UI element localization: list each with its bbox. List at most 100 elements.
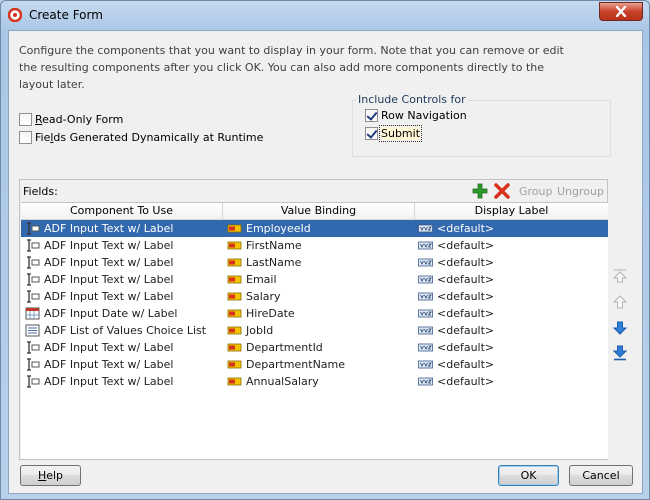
value-binding-cell[interactable]: LastName — [223, 254, 415, 271]
value-binding-cell[interactable]: JobId — [223, 322, 415, 339]
value-binding-cell[interactable]: HireDate — [223, 305, 415, 322]
read-only-form-option[interactable]: Read-Only Form — [19, 113, 123, 126]
value-binding-cell[interactable]: Salary — [223, 288, 415, 305]
display-label-cell[interactable]: <default> — [415, 305, 608, 322]
component-cell[interactable]: ADF Input Text w/ Label — [21, 237, 223, 254]
attribute-binding-icon — [227, 275, 242, 284]
fields-label: Fields: — [23, 185, 58, 198]
cancel-button[interactable]: Cancel — [569, 465, 633, 486]
table-row[interactable]: ADF Input Text w/ Label Email <default> — [21, 271, 608, 288]
table-row[interactable]: ADF Input Date w/ Label HireDate <default> — [21, 305, 608, 322]
read-only-form-checkbox[interactable] — [19, 113, 32, 126]
component-name: ADF Input Date w/ Label — [44, 307, 178, 320]
table-row[interactable]: ADF List of Values Choice List JobId <defa… — [21, 322, 608, 339]
component-name: ADF Input Text w/ Label — [44, 239, 174, 252]
component-cell[interactable]: ADF Input Text w/ Label — [21, 220, 223, 237]
close-button[interactable] — [599, 2, 643, 21]
fields-dynamic-option[interactable]: Fields Generated Dynamically at Runtime — [19, 131, 263, 144]
submit-checkbox[interactable] — [365, 127, 378, 140]
display-label-cell[interactable]: <default> — [415, 322, 608, 339]
window-title: Create Form — [29, 8, 103, 22]
display-label-cell[interactable]: <default> — [415, 339, 608, 356]
attribute-binding-icon — [227, 326, 242, 335]
dialog-content: Configure the components that you want t… — [8, 30, 643, 494]
display-label-cell[interactable]: <default> — [415, 356, 608, 373]
row-navigation-checkbox[interactable] — [365, 109, 378, 122]
table-row[interactable]: ADF Input Text w/ Label Salary <default> — [21, 288, 608, 305]
input-text-icon — [25, 341, 40, 354]
table-row[interactable]: ADF Input Text w/ Label EmployeeId <defaul… — [21, 220, 608, 237]
title-bar[interactable]: Create Form — [1, 1, 649, 29]
column-header-value-binding[interactable]: Value Binding — [223, 203, 415, 219]
value-binding-cell[interactable]: EmployeeId — [223, 220, 415, 237]
component-cell[interactable]: ADF Input Text w/ Label — [21, 288, 223, 305]
table-row[interactable]: ADF Input Text w/ Label DepartmentName <de… — [21, 356, 608, 373]
label-text-icon — [418, 275, 433, 284]
column-header-display-label[interactable]: Display Label — [415, 203, 608, 219]
plus-icon[interactable] — [472, 183, 488, 199]
attribute-binding-icon — [227, 258, 242, 267]
value-binding-cell[interactable]: DepartmentId — [223, 339, 415, 356]
display-label-cell[interactable]: <default> — [415, 271, 608, 288]
table-row[interactable]: ADF Input Text w/ Label LastName <default> — [21, 254, 608, 271]
table-row[interactable]: ADF Input Text w/ Label DepartmentId <defa… — [21, 339, 608, 356]
label-text-icon — [418, 326, 433, 335]
value-binding-name: DepartmentName — [246, 358, 346, 371]
attribute-binding-icon — [227, 343, 242, 352]
display-label-cell[interactable]: <default> — [415, 220, 608, 237]
display-label-value: <default> — [437, 239, 495, 252]
value-binding-cell[interactable]: Email — [223, 271, 415, 288]
display-label-value: <default> — [437, 290, 495, 303]
value-binding-cell[interactable]: AnnualSalary — [223, 373, 415, 390]
ungroup-button[interactable]: Ungroup — [557, 185, 604, 198]
table-row[interactable]: ADF Input Text w/ Label AnnualSalary <defa… — [21, 373, 608, 390]
column-header-component[interactable]: Component To Use — [21, 203, 223, 219]
move-down-icon[interactable] — [612, 320, 628, 336]
input-text-icon — [25, 290, 40, 303]
component-cell[interactable]: ADF Input Text w/ Label — [21, 373, 223, 390]
move-up-icon[interactable] — [612, 294, 628, 310]
component-cell[interactable]: ADF List of Values Choice List — [21, 322, 223, 339]
value-binding-name: FirstName — [246, 239, 302, 252]
x-icon[interactable] — [494, 183, 510, 199]
table-row[interactable]: ADF Input Text w/ Label FirstName <default… — [21, 237, 608, 254]
label-text-icon — [418, 258, 433, 267]
ok-button[interactable]: OK — [498, 465, 559, 486]
help-button[interactable]: Help — [20, 465, 81, 486]
component-cell[interactable]: ADF Input Text w/ Label — [21, 271, 223, 288]
fields-table: Component To Use Value Binding Display L… — [21, 202, 608, 459]
display-label-value: <default> — [437, 273, 495, 286]
read-only-form-label: Read-Only Form — [35, 113, 124, 126]
create-form-dialog: Create Form Configure the components tha… — [0, 0, 650, 500]
display-label-cell[interactable]: <default> — [415, 237, 608, 254]
attribute-binding-icon — [227, 224, 242, 233]
display-label-cell[interactable]: <default> — [415, 373, 608, 390]
move-to-bottom-icon[interactable] — [612, 345, 628, 361]
display-label-cell[interactable]: <default> — [415, 254, 608, 271]
fields-dynamic-checkbox[interactable] — [19, 131, 32, 144]
label-text-icon — [418, 309, 433, 318]
component-cell[interactable]: ADF Input Text w/ Label — [21, 339, 223, 356]
value-binding-name: AnnualSalary — [246, 375, 319, 388]
value-binding-cell[interactable]: DepartmentName — [223, 356, 415, 373]
group-button[interactable]: Group — [519, 185, 553, 198]
label-text-icon — [418, 241, 433, 250]
label-text-icon — [418, 292, 433, 301]
move-to-top-icon[interactable] — [612, 268, 628, 284]
component-cell[interactable]: ADF Input Date w/ Label — [21, 305, 223, 322]
attribute-binding-icon — [227, 292, 242, 301]
display-label-value: <default> — [437, 222, 495, 235]
label-text-icon — [418, 343, 433, 352]
row-navigation-option[interactable]: Row Navigation — [365, 109, 467, 122]
component-cell[interactable]: ADF Input Text w/ Label — [21, 356, 223, 373]
display-label-value: <default> — [437, 256, 495, 269]
label-text-icon — [418, 377, 433, 386]
display-label-value: <default> — [437, 324, 495, 337]
submit-option[interactable]: Submit — [365, 125, 423, 142]
component-cell[interactable]: ADF Input Text w/ Label — [21, 254, 223, 271]
value-binding-name: Email — [246, 273, 277, 286]
help-button-label: Help — [37, 469, 64, 482]
input-text-icon — [25, 358, 40, 371]
value-binding-cell[interactable]: FirstName — [223, 237, 415, 254]
display-label-cell[interactable]: <default> — [415, 288, 608, 305]
